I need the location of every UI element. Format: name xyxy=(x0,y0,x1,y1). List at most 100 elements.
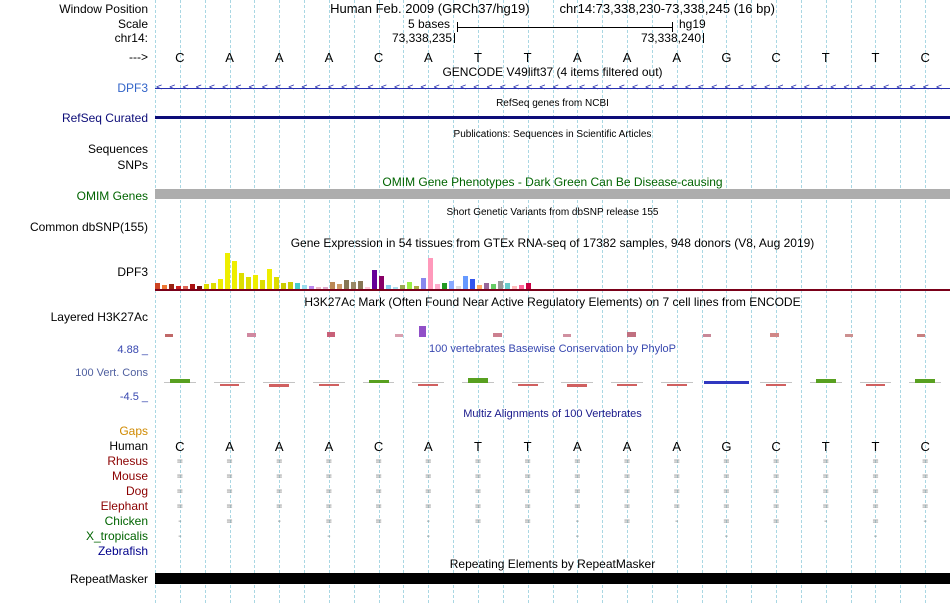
gtex-bar xyxy=(491,284,496,289)
alignment-base: C xyxy=(771,439,781,454)
alignment-mark: - xyxy=(574,516,581,527)
gtex-bar xyxy=(477,285,482,289)
multiz-row-chicken[interactable]: - = - = = - = = - = - = = - = - xyxy=(155,514,950,529)
gtex-bar xyxy=(162,285,167,289)
alignment-mark: = xyxy=(325,486,332,497)
gtex-gene-model-line xyxy=(155,289,950,291)
alignment-mark: = xyxy=(226,486,233,497)
gencode-strand-arrows[interactable]: <<<<<<<<<<<<<<<<<<<<<<<<<<<<<<<<<<<<<<<<… xyxy=(156,81,950,94)
h3k27ac-signal[interactable] xyxy=(155,321,950,337)
conservation-mark xyxy=(815,379,836,383)
multiz-species-zebrafish[interactable]: Zebrafish xyxy=(0,544,148,559)
gtex-bar xyxy=(505,283,510,289)
gtex-bar xyxy=(316,287,321,289)
position-title: chr14:73,338,230-73,338,245 (16 bp) xyxy=(559,1,775,16)
alignment-mark: = xyxy=(872,456,879,467)
alignment-mark: = xyxy=(375,516,382,527)
sequence-base: G xyxy=(721,50,732,65)
repeatmasker-track-title: Repeating Elements by RepeatMasker xyxy=(449,557,656,571)
alignment-mark: = xyxy=(524,516,531,527)
alignment-mark: = xyxy=(872,471,879,482)
alignment-mark xyxy=(254,424,304,439)
multiz-species-dog[interactable]: Dog xyxy=(0,484,148,499)
multiz-row-dog[interactable]: = = = = = = = = = = = = = = = = xyxy=(155,484,950,499)
alignment-mark: = xyxy=(375,486,382,497)
alignment-mark: = xyxy=(773,456,780,467)
conservation-mark xyxy=(169,379,190,383)
scale-value: 5 bases xyxy=(407,17,450,31)
gencode-gene-label[interactable]: DPF3 xyxy=(0,81,148,95)
repeatmasker-bar[interactable] xyxy=(155,573,950,584)
alignment-mark: - xyxy=(723,531,730,542)
coordinate-left: 73,338,235 xyxy=(391,31,452,45)
alignment-mark: = xyxy=(723,516,730,527)
alignment-base: G xyxy=(721,439,732,454)
alignment-mark: = xyxy=(325,456,332,467)
gtex-bar xyxy=(365,287,370,289)
gtex-bar xyxy=(190,284,195,289)
publications-snps-label[interactable]: SNPs xyxy=(0,158,148,172)
refseq-label[interactable]: RefSeq Curated xyxy=(0,111,148,125)
conservation-mark xyxy=(219,384,240,386)
gtex-gene-label[interactable]: DPF3 xyxy=(0,265,148,279)
alignment-mark: = xyxy=(773,471,780,482)
alignment-mark: - xyxy=(673,516,680,527)
multiz-species-mouse[interactable]: Mouse xyxy=(0,469,148,484)
alignment-mark: = xyxy=(624,501,631,512)
assembly-short-label: hg19 xyxy=(679,17,706,31)
multiz-row-gaps[interactable] xyxy=(155,424,950,439)
alignment-mark xyxy=(602,529,652,544)
alignment-mark: = xyxy=(723,486,730,497)
alignment-mark: = xyxy=(375,471,382,482)
h3k27ac-mark xyxy=(419,326,426,337)
conservation-label[interactable]: 100 Vert. Cons xyxy=(0,366,148,380)
repeatmasker-label[interactable]: RepeatMasker xyxy=(0,572,148,586)
gtex-expression-chart[interactable] xyxy=(155,251,950,289)
multiz-species-human[interactable]: Human xyxy=(0,439,148,454)
refseq-gene-bar[interactable] xyxy=(155,116,950,119)
dbsnp-label[interactable]: Common dbSNP(155) xyxy=(0,220,148,234)
alignment-mark xyxy=(602,424,652,439)
multiz-row-x_tropicalis[interactable]: ------ xyxy=(155,529,950,544)
conservation-max-label: 4.88 _ xyxy=(117,344,148,356)
omim-gene-bar[interactable] xyxy=(155,189,950,199)
publications-sequences-label[interactable]: Sequences xyxy=(0,142,148,156)
gtex-bar xyxy=(470,279,475,289)
alignment-mark: = xyxy=(574,486,581,497)
h3k27ac-mark xyxy=(165,334,173,337)
multiz-species-elephant[interactable]: Elephant xyxy=(0,499,148,514)
multiz-species-x_tropicalis[interactable]: X_tropicalis xyxy=(0,529,148,544)
multiz-row-elephant[interactable]: = = = = = = = = = = = = = = = = xyxy=(155,499,950,514)
gtex-bar xyxy=(526,283,531,289)
h3k27ac-label[interactable]: Layered H3K27Ac xyxy=(0,310,148,324)
multiz-row-human[interactable]: CAAACATTAAAGCTTC xyxy=(155,439,950,454)
publications-track-title: Publications: Sequences in Scientific Ar… xyxy=(453,129,652,140)
omim-genes-label[interactable]: OMIM Genes xyxy=(0,189,148,203)
alignment-mark: = xyxy=(922,486,929,497)
alignment-mark: = xyxy=(624,486,631,497)
multiz-row-rhesus[interactable]: = = = = = = = = = = = = = = = = xyxy=(155,454,950,469)
alignment-mark: = xyxy=(773,516,780,527)
alignment-mark xyxy=(254,544,304,559)
sequence-base: T xyxy=(473,50,482,65)
gtex-bar xyxy=(379,276,384,289)
alignment-mark xyxy=(652,424,702,439)
multiz-species-chicken[interactable]: Chicken xyxy=(0,514,148,529)
alignment-mark: - xyxy=(325,531,332,542)
gtex-bar xyxy=(288,282,293,289)
multiz-species-gaps[interactable]: Gaps xyxy=(0,424,148,439)
gtex-bar xyxy=(302,285,307,289)
multiz-species-rhesus[interactable]: Rhesus xyxy=(0,454,148,469)
gtex-bar xyxy=(239,273,244,289)
conservation-wiggle[interactable] xyxy=(155,370,950,396)
alignment-mark: - xyxy=(276,516,283,527)
alignment-mark xyxy=(503,424,553,439)
alignment-mark: = xyxy=(822,471,829,482)
conservation-min-label: -4.5 _ xyxy=(119,391,148,403)
alignment-mark xyxy=(354,544,404,559)
alignment-mark: = xyxy=(574,471,581,482)
window-position-label: Window Position xyxy=(59,2,148,16)
alignment-mark: = xyxy=(872,501,879,512)
gtex-bar xyxy=(246,277,251,289)
multiz-row-mouse[interactable]: = = = = = = = = = = = = = = = = xyxy=(155,469,950,484)
